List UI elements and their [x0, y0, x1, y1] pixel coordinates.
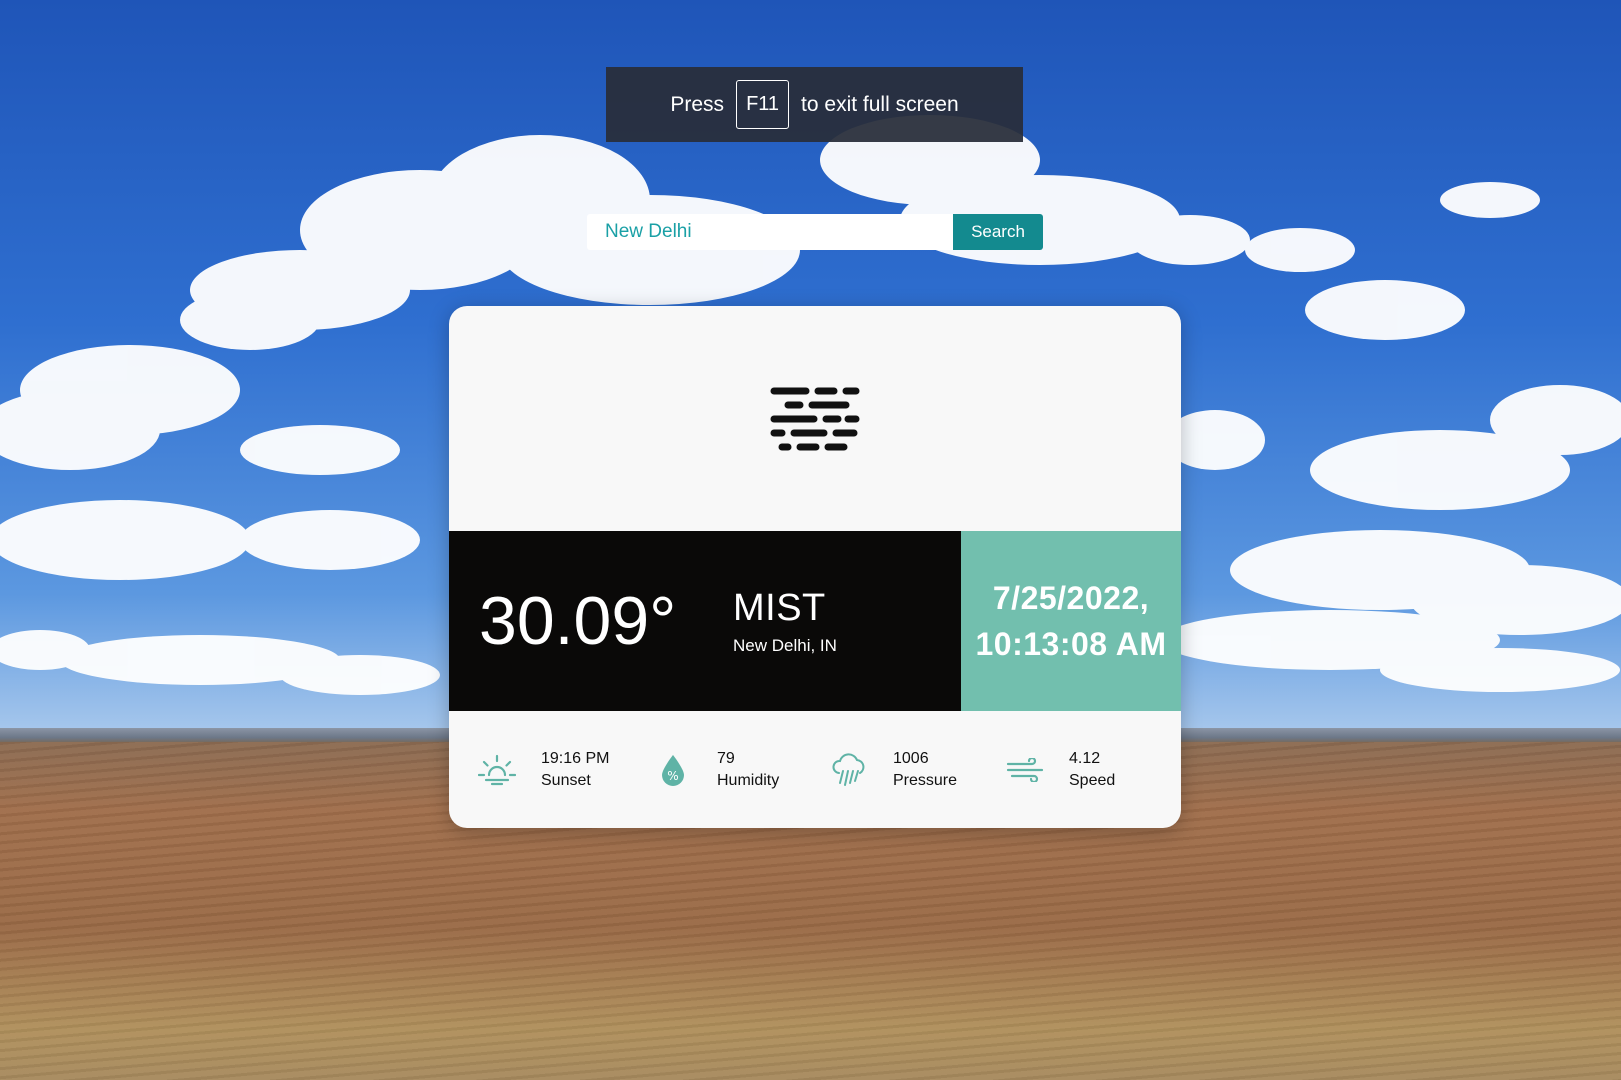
wind-value: 4.12 — [1069, 749, 1101, 767]
sunset-icon — [477, 750, 517, 790]
sunset-label: Sunset — [541, 771, 591, 789]
mist-icon — [770, 387, 860, 450]
current-date: 7/25/2022, — [992, 580, 1150, 616]
weather-card: 30.09° MIST New Delhi, IN 7/25/2022, 10:… — [449, 306, 1181, 828]
fullscreen-notice: Press F11 to exit full screen — [606, 67, 1023, 142]
sunset-value: 19:16 PM — [541, 749, 610, 767]
weather-stats: 19:16 PM Sunset % 79 Humidity 1006 Press… — [449, 711, 1181, 828]
stat-wind: 4.12 Speed — [1005, 750, 1181, 790]
stat-sunset: 19:16 PM Sunset — [477, 750, 653, 790]
temperature-value: 30.09° — [479, 583, 677, 659]
stat-humidity: % 79 Humidity — [653, 750, 829, 790]
fullscreen-notice-suffix: to exit full screen — [801, 92, 959, 116]
weather-condition: MIST — [733, 586, 826, 629]
datetime-panel: 7/25/2022, 10:13:08 AM — [961, 531, 1181, 711]
fullscreen-notice-prefix: Press — [670, 92, 725, 116]
wind-icon — [1005, 750, 1045, 790]
fullscreen-key-badge: F11 — [736, 80, 790, 129]
weather-icon-area — [449, 306, 1181, 531]
wind-label: Speed — [1069, 771, 1116, 789]
weather-description: MIST New Delhi, IN — [733, 587, 837, 656]
search-bar: Search — [587, 214, 1043, 250]
weather-main-row: 30.09° MIST New Delhi, IN 7/25/2022, 10:… — [449, 531, 1181, 711]
humidity-value: 79 — [717, 749, 735, 767]
pressure-label: Pressure — [893, 771, 958, 789]
search-button[interactable]: Search — [953, 214, 1043, 250]
pressure-value: 1006 — [893, 749, 929, 767]
search-input[interactable] — [587, 214, 953, 250]
pressure-icon — [829, 750, 869, 790]
svg-text:%: % — [667, 769, 678, 783]
stat-pressure: 1006 Pressure — [829, 750, 1005, 790]
humidity-label: Humidity — [717, 771, 780, 789]
temperature-panel: 30.09° MIST New Delhi, IN — [449, 531, 961, 711]
humidity-icon: % — [653, 750, 693, 790]
weather-location: New Delhi, IN — [733, 635, 837, 655]
current-time: 10:13:08 AM — [975, 626, 1167, 662]
